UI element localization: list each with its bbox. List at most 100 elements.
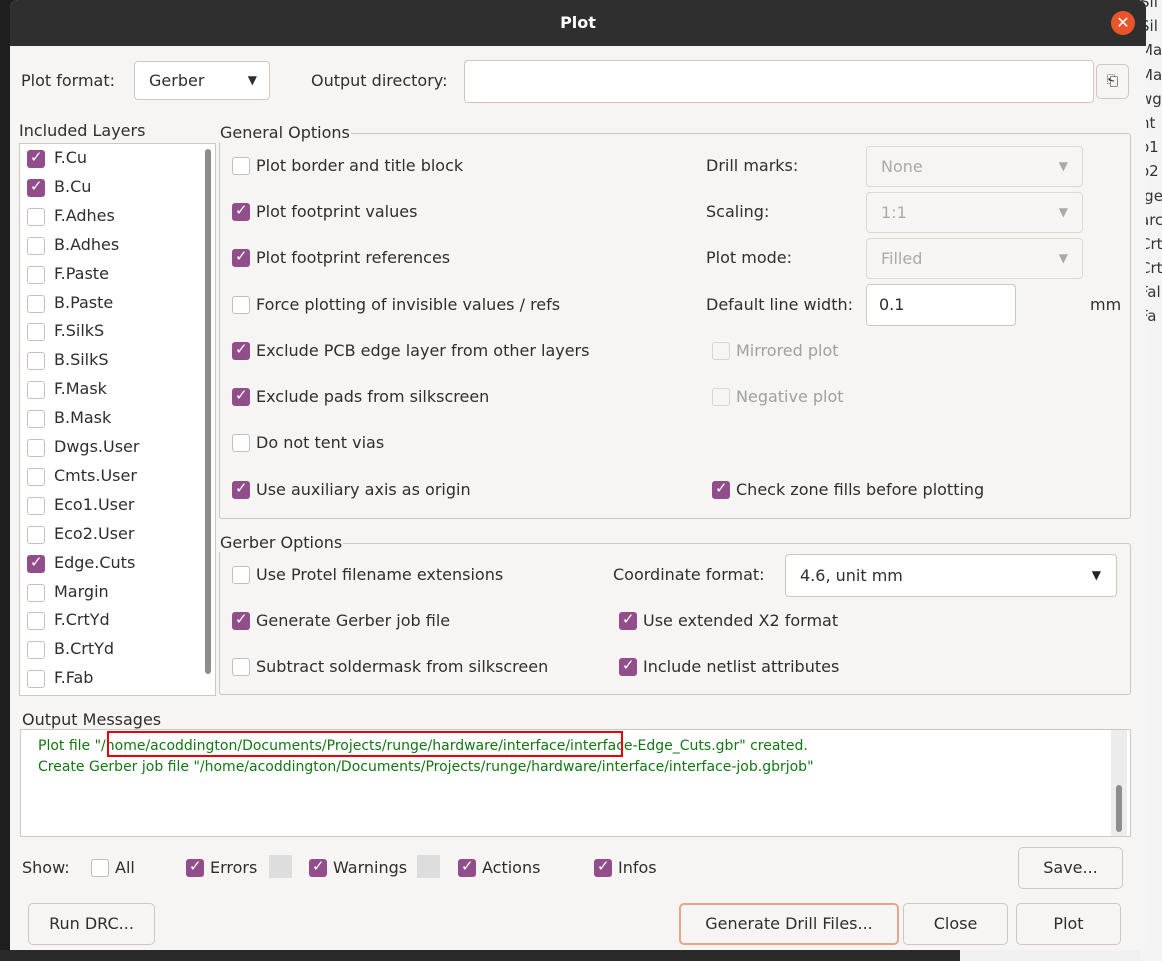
layer-item[interactable]: Dwgs.User bbox=[20, 434, 200, 463]
layer-list[interactable]: F.Cu B.Cu F.Adhes B.Adhes F.Paste B.Paste F.Si… bbox=[19, 143, 216, 696]
protel-ext-checkbox[interactable] bbox=[232, 566, 250, 584]
exclude-edge-checkbox[interactable] bbox=[232, 340, 250, 360]
layer-checkbox[interactable] bbox=[27, 612, 45, 631]
layer-label: F.Mask bbox=[54, 379, 107, 399]
layer-checkbox[interactable] bbox=[27, 148, 45, 168]
coord-format-select[interactable]: 4.6, unit mm ▼ bbox=[785, 554, 1117, 597]
layer-list-scrollbar[interactable] bbox=[205, 149, 211, 674]
layer-item[interactable]: B.Paste bbox=[20, 290, 200, 319]
footprint-values-label: Plot footprint values bbox=[256, 202, 418, 221]
layer-item[interactable]: F.Fab bbox=[20, 665, 200, 694]
layer-label: B.Mask bbox=[54, 408, 112, 428]
layer-item[interactable]: F.Paste bbox=[20, 261, 200, 290]
mirrored-plot-checkbox[interactable] bbox=[712, 342, 730, 360]
generate-drill-button[interactable]: Generate Drill Files... bbox=[679, 903, 899, 945]
layer-checkbox[interactable] bbox=[27, 381, 45, 400]
run-drc-button[interactable]: Run DRC... bbox=[28, 903, 155, 945]
layer-item[interactable]: Margin bbox=[20, 579, 200, 608]
drill-marks-value: None bbox=[881, 157, 923, 176]
plot-border-checkbox[interactable] bbox=[232, 157, 250, 175]
show-all-checkbox[interactable] bbox=[91, 859, 109, 877]
no-tent-vias-checkbox[interactable] bbox=[232, 434, 250, 452]
show-actions-label: Actions bbox=[482, 858, 541, 877]
negative-plot-label: Negative plot bbox=[736, 387, 844, 406]
layer-item[interactable]: Eco1.User bbox=[20, 492, 200, 521]
layer-checkbox[interactable] bbox=[27, 207, 45, 226]
output-messages-title: Output Messages bbox=[22, 710, 162, 729]
mirrored-plot-label: Mirrored plot bbox=[736, 341, 839, 360]
gerber-job-checkbox[interactable] bbox=[232, 610, 250, 630]
footprint-values-checkbox[interactable] bbox=[232, 201, 250, 221]
x2-format-checkbox[interactable] bbox=[619, 610, 637, 630]
layer-checkbox[interactable] bbox=[27, 236, 45, 255]
message-line: Create Gerber job file "/home/acoddingto… bbox=[38, 759, 814, 775]
exclude-pads-checkbox[interactable] bbox=[232, 386, 250, 406]
layer-item[interactable]: F.CrtYd bbox=[20, 607, 200, 636]
force-invisible-checkbox[interactable] bbox=[232, 296, 250, 314]
plot-mode-select[interactable]: Filled ▼ bbox=[866, 238, 1083, 279]
layer-checkbox[interactable] bbox=[27, 410, 45, 429]
layer-item[interactable]: B.SilkS bbox=[20, 347, 200, 376]
plot-mode-value: Filled bbox=[881, 249, 923, 268]
show-infos-checkbox[interactable] bbox=[594, 857, 612, 877]
drill-marks-select[interactable]: None ▼ bbox=[866, 146, 1083, 187]
check-zone-fills-checkbox[interactable] bbox=[712, 479, 730, 499]
save-messages-button[interactable]: Save... bbox=[1018, 847, 1123, 889]
layer-checkbox[interactable] bbox=[27, 467, 45, 486]
layer-item[interactable]: F.SilkS bbox=[20, 318, 200, 347]
layer-checkbox[interactable] bbox=[27, 583, 45, 602]
subtract-mask-checkbox[interactable] bbox=[232, 658, 250, 676]
layer-item[interactable]: Edge.Cuts bbox=[20, 550, 200, 579]
gerber-job-label: Generate Gerber job file bbox=[256, 611, 451, 630]
layer-item[interactable]: F.Cu bbox=[20, 145, 200, 174]
layer-label: B.Cu bbox=[54, 176, 92, 196]
layer-item[interactable]: B.CrtYd bbox=[20, 636, 200, 665]
layer-checkbox[interactable] bbox=[27, 525, 45, 544]
show-warnings-checkbox[interactable] bbox=[309, 857, 327, 877]
subtract-mask-label: Subtract soldermask from silkscreen bbox=[256, 657, 549, 676]
layer-checkbox[interactable] bbox=[27, 496, 45, 515]
layer-item[interactable]: Cmts.User bbox=[20, 463, 200, 492]
close-window-icon[interactable]: ✕ bbox=[1111, 11, 1135, 35]
layer-item[interactable]: F.Mask bbox=[20, 376, 200, 405]
layer-checkbox[interactable] bbox=[27, 439, 45, 457]
layer-checkbox[interactable] bbox=[27, 553, 45, 573]
footprint-refs-checkbox[interactable] bbox=[232, 247, 250, 267]
output-dir-input[interactable] bbox=[464, 60, 1094, 103]
line-width-input[interactable]: 0.1 bbox=[866, 284, 1016, 326]
layer-item[interactable]: B.Mask bbox=[20, 405, 200, 434]
scaling-select[interactable]: 1:1 ▼ bbox=[866, 192, 1083, 233]
layer-checkbox[interactable] bbox=[27, 177, 45, 197]
negative-plot-checkbox[interactable] bbox=[712, 388, 730, 406]
layer-label: F.Adhes bbox=[54, 205, 115, 225]
layer-checkbox[interactable] bbox=[27, 265, 45, 284]
included-layers-title: Included Layers bbox=[19, 121, 146, 140]
layer-checkbox[interactable] bbox=[27, 641, 45, 660]
force-invisible-label: Force plotting of invisible values / ref… bbox=[256, 295, 561, 314]
show-all-label: All bbox=[115, 858, 135, 877]
show-errors-checkbox[interactable] bbox=[186, 857, 204, 877]
show-actions-checkbox[interactable] bbox=[458, 857, 476, 877]
plot-button[interactable]: Plot bbox=[1016, 903, 1121, 945]
footprint-refs-label: Plot footprint references bbox=[256, 248, 451, 267]
layer-checkbox[interactable] bbox=[27, 294, 45, 313]
layer-item[interactable]: B.Cu bbox=[20, 174, 200, 203]
layer-item[interactable]: F.Adhes bbox=[20, 203, 200, 232]
layer-checkbox[interactable] bbox=[27, 670, 45, 689]
messages-scrollbar[interactable] bbox=[1116, 785, 1122, 832]
plot-format-select[interactable]: Gerber ▼ bbox=[134, 61, 270, 100]
x2-format-label: Use extended X2 format bbox=[643, 611, 839, 630]
check-zone-fills-label: Check zone fills before plotting bbox=[736, 480, 985, 499]
window-title: Plot bbox=[560, 13, 596, 32]
layer-checkbox[interactable] bbox=[27, 352, 45, 371]
aux-axis-label: Use auxiliary axis as origin bbox=[256, 480, 471, 499]
close-button[interactable]: Close bbox=[903, 903, 1008, 945]
chevron-down-icon: ▼ bbox=[1058, 159, 1068, 173]
netlist-attr-checkbox[interactable] bbox=[619, 656, 637, 676]
layer-item[interactable]: Eco2.User bbox=[20, 521, 200, 550]
browse-folder-button[interactable]: ⎗ bbox=[1096, 64, 1129, 99]
layer-checkbox[interactable] bbox=[27, 323, 45, 342]
show-warnings-label: Warnings bbox=[333, 858, 408, 877]
aux-axis-checkbox[interactable] bbox=[232, 479, 250, 499]
layer-item[interactable]: B.Adhes bbox=[20, 232, 200, 261]
